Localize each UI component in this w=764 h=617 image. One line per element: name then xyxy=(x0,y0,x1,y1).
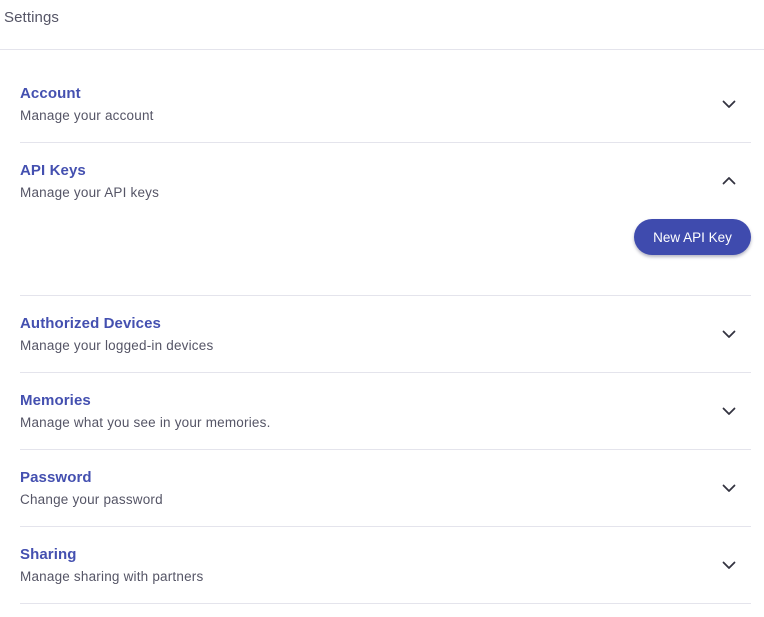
page-header: Settings xyxy=(0,0,764,50)
section-sharing-header[interactable]: Sharing Manage sharing with partners xyxy=(20,527,751,603)
section-api-keys-header[interactable]: API Keys Manage your API keys xyxy=(20,143,751,219)
section-account[interactable]: Account Manage your account xyxy=(20,66,751,143)
section-api-keys-description: Manage your API keys xyxy=(20,185,160,200)
section-password[interactable]: Password Change your password xyxy=(20,450,751,527)
section-password-header[interactable]: Password Change your password xyxy=(20,450,751,526)
settings-section-list: Account Manage your account API Keys Man… xyxy=(20,66,751,604)
section-account-description: Manage your account xyxy=(20,108,154,123)
section-sharing-description: Manage sharing with partners xyxy=(20,569,204,584)
chevron-down-icon[interactable] xyxy=(721,403,737,419)
section-api-keys-body: New API Key xyxy=(20,219,751,295)
section-sharing[interactable]: Sharing Manage sharing with partners xyxy=(20,527,751,604)
chevron-up-icon[interactable] xyxy=(721,173,737,189)
section-authorized-devices[interactable]: Authorized Devices Manage your logged-in… xyxy=(20,296,751,373)
chevron-down-icon[interactable] xyxy=(721,557,737,573)
section-memories-title: Memories xyxy=(20,392,91,409)
section-account-title: Account xyxy=(20,85,81,102)
chevron-down-icon[interactable] xyxy=(721,326,737,342)
section-memories-header[interactable]: Memories Manage what you see in your mem… xyxy=(20,373,751,449)
section-api-keys-title: API Keys xyxy=(20,162,86,179)
section-memories-description: Manage what you see in your memories. xyxy=(20,415,271,430)
chevron-down-icon[interactable] xyxy=(721,480,737,496)
section-password-title: Password xyxy=(20,469,92,486)
chevron-down-icon[interactable] xyxy=(721,96,737,112)
section-authorized-devices-title: Authorized Devices xyxy=(20,315,162,332)
section-api-keys[interactable]: API Keys Manage your API keys New API Ke… xyxy=(20,143,751,296)
page-title: Settings xyxy=(4,9,59,26)
section-authorized-devices-header[interactable]: Authorized Devices Manage your logged-in… xyxy=(20,296,751,372)
new-api-key-button[interactable]: New API Key xyxy=(634,219,751,255)
section-account-header[interactable]: Account Manage your account xyxy=(20,66,751,142)
section-sharing-title: Sharing xyxy=(20,546,77,563)
section-memories[interactable]: Memories Manage what you see in your mem… xyxy=(20,373,751,450)
section-authorized-devices-description: Manage your logged-in devices xyxy=(20,338,214,353)
section-password-description: Change your password xyxy=(20,492,163,507)
